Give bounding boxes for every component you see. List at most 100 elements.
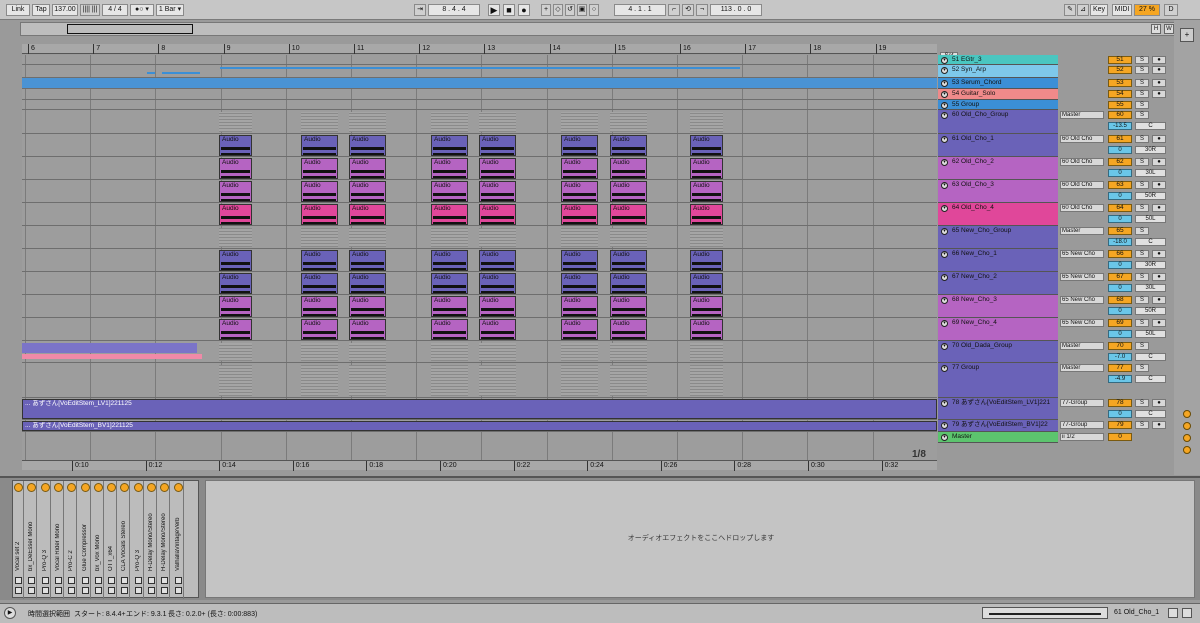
track-header[interactable]: ▾ 66 New_Cho_1 [938,249,1058,272]
device-knob-icon[interactable] [81,587,89,594]
output-routing-select[interactable]: 65 New Cho [1060,273,1104,281]
track-name[interactable]: 61 Old_Cho_1 [938,134,1058,144]
audio-clip[interactable]: Audio [479,250,516,271]
track-name[interactable]: 62 Old_Cho_2 [938,157,1058,167]
track-width-w-button[interactable]: W [1164,24,1174,34]
track-activator-button[interactable]: 52 [1108,66,1132,74]
solo-button[interactable]: S [1135,111,1149,119]
audio-clip[interactable] [22,343,197,353]
audio-clip[interactable]: Audio [690,204,723,225]
fold-icon[interactable]: ▾ [941,343,948,350]
device-slot[interactable]: bx_DeEsser Mono [26,481,38,599]
device-knob-icon[interactable] [148,577,155,584]
track-header[interactable]: ▾ 55 Group [938,100,1058,110]
pan-field[interactable]: 50R [1135,307,1166,315]
device-knob-icon[interactable] [174,587,182,594]
solo-button[interactable]: S [1135,56,1149,64]
track-activator-button[interactable]: 60 [1108,111,1132,119]
audio-clip[interactable]: Audio [301,135,338,156]
audio-clip[interactable]: Audio [431,250,468,271]
fold-icon[interactable]: ▾ [941,80,948,87]
track-lane[interactable] [22,341,937,363]
arm-button[interactable]: ● [1152,296,1166,304]
track-activator-button[interactable]: 53 [1108,79,1132,87]
session-record-icon[interactable]: ○ [589,4,599,16]
track-activator-button[interactable]: 55 [1108,101,1132,109]
audio-clip[interactable]: Audio [561,296,598,317]
pan-field[interactable]: C [1135,410,1166,418]
audio-clip[interactable]: Audio [561,181,598,202]
device-slot[interactable]: Vocal set 2 [13,481,24,599]
device-knob-icon[interactable] [134,577,142,584]
capture-icon[interactable]: ▣ [577,4,587,16]
audio-clip[interactable]: Audio [561,319,598,340]
track-activator-button[interactable]: 79 [1108,421,1132,429]
track-name[interactable]: 79 あずさん[VoEditStem_BV1]22 [938,420,1058,430]
track-lane[interactable] [22,100,937,110]
overlay-dot-icon[interactable] [1183,410,1191,418]
audio-clip[interactable]: Audio [349,135,386,156]
device-slot[interactable]: Vocal Rider Mono [53,481,64,599]
audio-clip[interactable]: Audio [479,135,516,156]
device-on-icon[interactable] [107,483,117,492]
track-activator-button[interactable]: 78 [1108,399,1132,407]
device-slot[interactable]: OTT_x64 [106,481,118,599]
link-button[interactable]: Link [6,4,30,16]
track-lane[interactable]: Audio Audio Audio Audio Audio Audio Audio Audio [22,318,937,341]
arm-button[interactable]: ● [1152,56,1166,64]
audio-clip[interactable]: Audio [690,250,723,271]
draw-mode-icon[interactable]: ⊿ [1077,4,1089,16]
solo-button[interactable]: S [1135,399,1149,407]
pan-field[interactable]: 30R [1135,146,1166,154]
pan-field[interactable]: 50L [1135,330,1166,338]
stop-icon[interactable]: ■ [503,4,515,16]
overview-viewport[interactable] [67,24,193,34]
device-on-icon[interactable] [14,483,23,492]
device-on-icon[interactable] [27,483,37,492]
pan-field[interactable]: 30L [1135,284,1166,292]
volume-field[interactable]: -7.0 [1108,353,1132,361]
audio-clip[interactable]: Audio [301,296,338,317]
audio-clip[interactable]: Audio [431,319,468,340]
fold-icon[interactable]: ▾ [941,251,948,258]
track-name[interactable]: 52 Syn_Arp [938,65,1058,75]
pan-field[interactable]: C [1135,238,1166,246]
audio-clip[interactable]: Audio [431,135,468,156]
device-knob-icon[interactable] [54,587,62,594]
overlay-dot-icon[interactable] [1183,422,1191,430]
device-knob-icon[interactable] [161,587,169,594]
arm-button[interactable]: ● [1152,158,1166,166]
volume-field[interactable]: 0 [1108,261,1132,269]
fold-icon[interactable]: ▾ [941,57,948,64]
track-name[interactable]: 60 Old_Cho_Group [938,110,1058,120]
output-routing-select[interactable]: 60 Old Cho [1060,158,1104,166]
volume-field[interactable]: 0 [1108,330,1132,338]
arm-button[interactable]: ● [1152,135,1166,143]
solo-button[interactable]: S [1135,319,1149,327]
track-lane[interactable]: Audio Audio Audio Audio Audio Audio Audio Audio [22,180,937,203]
audio-clip[interactable]: Audio [431,158,468,179]
audio-clip[interactable]: Audio [301,250,338,271]
audio-clip[interactable]: ... あずさん[VoEditStem_LV1]221125 [22,399,937,419]
volume-field[interactable]: 0 [1108,307,1132,315]
track-lane[interactable] [22,110,937,134]
audio-clip[interactable]: Audio [561,158,598,179]
device-on-icon[interactable] [160,483,170,492]
audio-clip[interactable]: Audio [690,135,723,156]
volume-field[interactable]: 0 [1108,169,1132,177]
solo-button[interactable]: S [1135,227,1149,235]
volume-field[interactable]: 0 [1108,410,1132,418]
pencil-icon[interactable]: ✎ [1064,4,1076,16]
solo-button[interactable]: S [1135,158,1149,166]
track-lane[interactable]: Audio Audio Audio Audio Audio Audio Audio Audio [22,295,937,318]
solo-button[interactable]: S [1135,66,1149,74]
play-icon[interactable]: ▶ [488,4,500,16]
audio-clip[interactable]: Audio [610,158,647,179]
fold-icon[interactable]: ▾ [941,365,948,372]
pan-field[interactable]: 30R [1135,261,1166,269]
track-lane[interactable] [22,89,937,100]
audio-effect-drop-zone[interactable]: オーディオエフェクトをここへドロップします [205,480,1195,598]
audio-clip[interactable]: Audio [479,273,516,294]
track-name[interactable]: 77 Group [938,363,1058,373]
track-lane[interactable] [22,363,937,398]
